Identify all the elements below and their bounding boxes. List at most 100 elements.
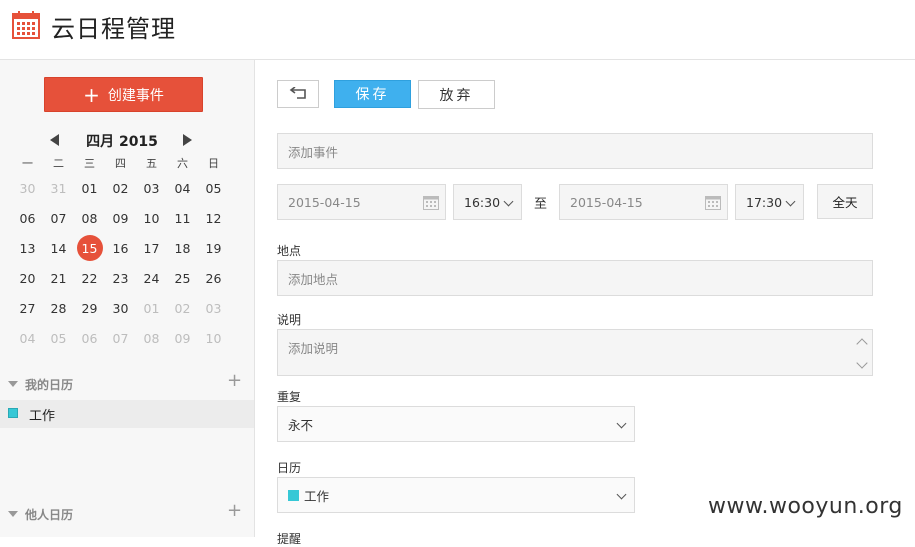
create-event-label: 创建事件 xyxy=(107,87,164,104)
add-calendar-icon[interactable]: + xyxy=(227,370,242,391)
repeat-label: 重复 xyxy=(277,390,302,404)
my-calendars-header[interactable]: 我的日历 + xyxy=(0,370,254,395)
start-date-value: 2015-04-15 xyxy=(288,194,361,210)
calendar-day[interactable]: 17 xyxy=(136,233,167,263)
calendar-day[interactable]: 08 xyxy=(136,323,167,353)
calendar-day[interactable]: 10 xyxy=(198,323,229,353)
calendar-day[interactable]: 30 xyxy=(12,173,43,203)
day-number: 19 xyxy=(205,240,222,256)
weekday-header: 一二三四五六日 xyxy=(12,155,229,171)
calendar-day[interactable]: 18 xyxy=(167,233,198,263)
day-number: 02 xyxy=(112,180,129,196)
calendar-day[interactable]: 07 xyxy=(105,323,136,353)
reminder-label: 提醒 xyxy=(277,532,302,546)
my-calendars-label: 我的日历 xyxy=(25,378,74,392)
back-button[interactable] xyxy=(277,80,319,108)
start-time-select[interactable]: 16:30 xyxy=(453,184,522,220)
end-date-input[interactable]: 2015-04-15 xyxy=(559,184,728,220)
calendar-day[interactable]: 26 xyxy=(198,263,229,293)
calendar-day[interactable]: 25 xyxy=(167,263,198,293)
day-number: 18 xyxy=(174,240,191,256)
calendar-day[interactable]: 09 xyxy=(167,323,198,353)
calendar-day[interactable]: 13 xyxy=(12,233,43,263)
calendar-day[interactable]: 02 xyxy=(105,173,136,203)
calendar-day[interactable]: 16 xyxy=(105,233,136,263)
save-button[interactable]: 保存 xyxy=(334,80,411,108)
add-other-calendar-icon[interactable]: + xyxy=(227,500,242,521)
calendar-day[interactable]: 12 xyxy=(198,203,229,233)
calendar-day[interactable]: 24 xyxy=(136,263,167,293)
month-label: 四月 2015 xyxy=(86,134,158,150)
mini-calendar-grid: 30 31 01 02 03 04 05 06 07 08 09 10 11 12 13 14 15 16 17 18… xyxy=(12,173,229,353)
description-textarea[interactable]: 添加说明 xyxy=(277,329,873,376)
repeat-select[interactable]: 永不 xyxy=(277,406,635,442)
collapse-caret-icon[interactable] xyxy=(8,511,18,517)
app-title: 云日程管理 xyxy=(51,15,176,43)
day-number: 05 xyxy=(50,330,67,346)
calendar-day[interactable]: 03 xyxy=(136,173,167,203)
day-number: 03 xyxy=(143,180,160,196)
day-number: 03 xyxy=(205,300,222,316)
day-number: 05 xyxy=(205,180,222,196)
calendar-select-value: 工作 xyxy=(304,488,330,504)
day-number: 08 xyxy=(143,330,160,346)
calendar-day[interactable]: 04 xyxy=(12,323,43,353)
calendar-day[interactable]: 22 xyxy=(74,263,105,293)
description-label: 说明 xyxy=(277,313,302,327)
scroll-up-icon[interactable] xyxy=(856,338,868,350)
day-number: 14 xyxy=(50,240,67,256)
calendar-picker-icon[interactable] xyxy=(423,194,439,210)
prev-month-icon[interactable] xyxy=(50,134,59,146)
day-number: 20 xyxy=(19,270,36,286)
calendar-day[interactable]: 23 xyxy=(105,263,136,293)
chevron-down-icon xyxy=(785,196,796,207)
calendar-day[interactable]: 01 xyxy=(74,173,105,203)
day-number: 26 xyxy=(205,270,222,286)
app-header: 云日程管理 xyxy=(0,0,915,60)
calendar-day[interactable]: 08 xyxy=(74,203,105,233)
calendar-day[interactable]: 06 xyxy=(74,323,105,353)
end-time-select[interactable]: 17:30 xyxy=(735,184,804,220)
calendar-color-swatch[interactable] xyxy=(8,408,18,418)
day-number: 29 xyxy=(81,300,98,316)
start-date-input[interactable]: 2015-04-15 xyxy=(277,184,446,220)
calendar-day[interactable]: 05 xyxy=(43,323,74,353)
next-month-icon[interactable] xyxy=(183,134,192,146)
calendar-day[interactable]: 29 xyxy=(74,293,105,323)
calendar-day[interactable]: 28 xyxy=(43,293,74,323)
calendar-select[interactable]: 工作 xyxy=(277,477,635,513)
calendar-day[interactable]: 19 xyxy=(198,233,229,263)
calendar-day[interactable]: 07 xyxy=(43,203,74,233)
calendar-day[interactable]: 03 xyxy=(198,293,229,323)
calendar-day[interactable]: 02 xyxy=(167,293,198,323)
event-title-input[interactable]: 添加事件 xyxy=(277,133,873,169)
create-event-button[interactable]: + 创建事件 xyxy=(44,77,203,112)
calendar-day[interactable]: 01 xyxy=(136,293,167,323)
calendar-day-today[interactable]: 15 xyxy=(74,233,105,263)
calendar-picker-icon[interactable] xyxy=(705,194,721,210)
calendar-day[interactable]: 14 xyxy=(43,233,74,263)
calendar-day[interactable]: 05 xyxy=(198,173,229,203)
calendar-day[interactable]: 30 xyxy=(105,293,136,323)
calendar-day[interactable]: 31 xyxy=(43,173,74,203)
scroll-down-icon[interactable] xyxy=(856,357,868,369)
discard-button[interactable]: 放弃 xyxy=(418,80,495,109)
calendar-select-label: 日历 xyxy=(277,461,302,475)
calendar-day[interactable]: 21 xyxy=(43,263,74,293)
all-day-button[interactable]: 全天 xyxy=(817,184,873,219)
calendar-day[interactable]: 09 xyxy=(105,203,136,233)
other-calendars-header[interactable]: 他人日历 + xyxy=(0,500,254,525)
calendar-day[interactable]: 11 xyxy=(167,203,198,233)
calendar-day[interactable]: 27 xyxy=(12,293,43,323)
location-input[interactable]: 添加地点 xyxy=(277,260,873,296)
calendar-day[interactable]: 04 xyxy=(167,173,198,203)
location-label: 地点 xyxy=(277,244,302,258)
calendar-day[interactable]: 06 xyxy=(12,203,43,233)
textarea-scrollbar[interactable] xyxy=(856,334,868,372)
day-number: 13 xyxy=(19,240,36,256)
calendar-day[interactable]: 10 xyxy=(136,203,167,233)
collapse-caret-icon[interactable] xyxy=(8,381,18,387)
calendar-day[interactable]: 20 xyxy=(12,263,43,293)
calendar-item-work[interactable]: 工作 xyxy=(0,400,254,428)
day-number: 30 xyxy=(19,180,36,196)
